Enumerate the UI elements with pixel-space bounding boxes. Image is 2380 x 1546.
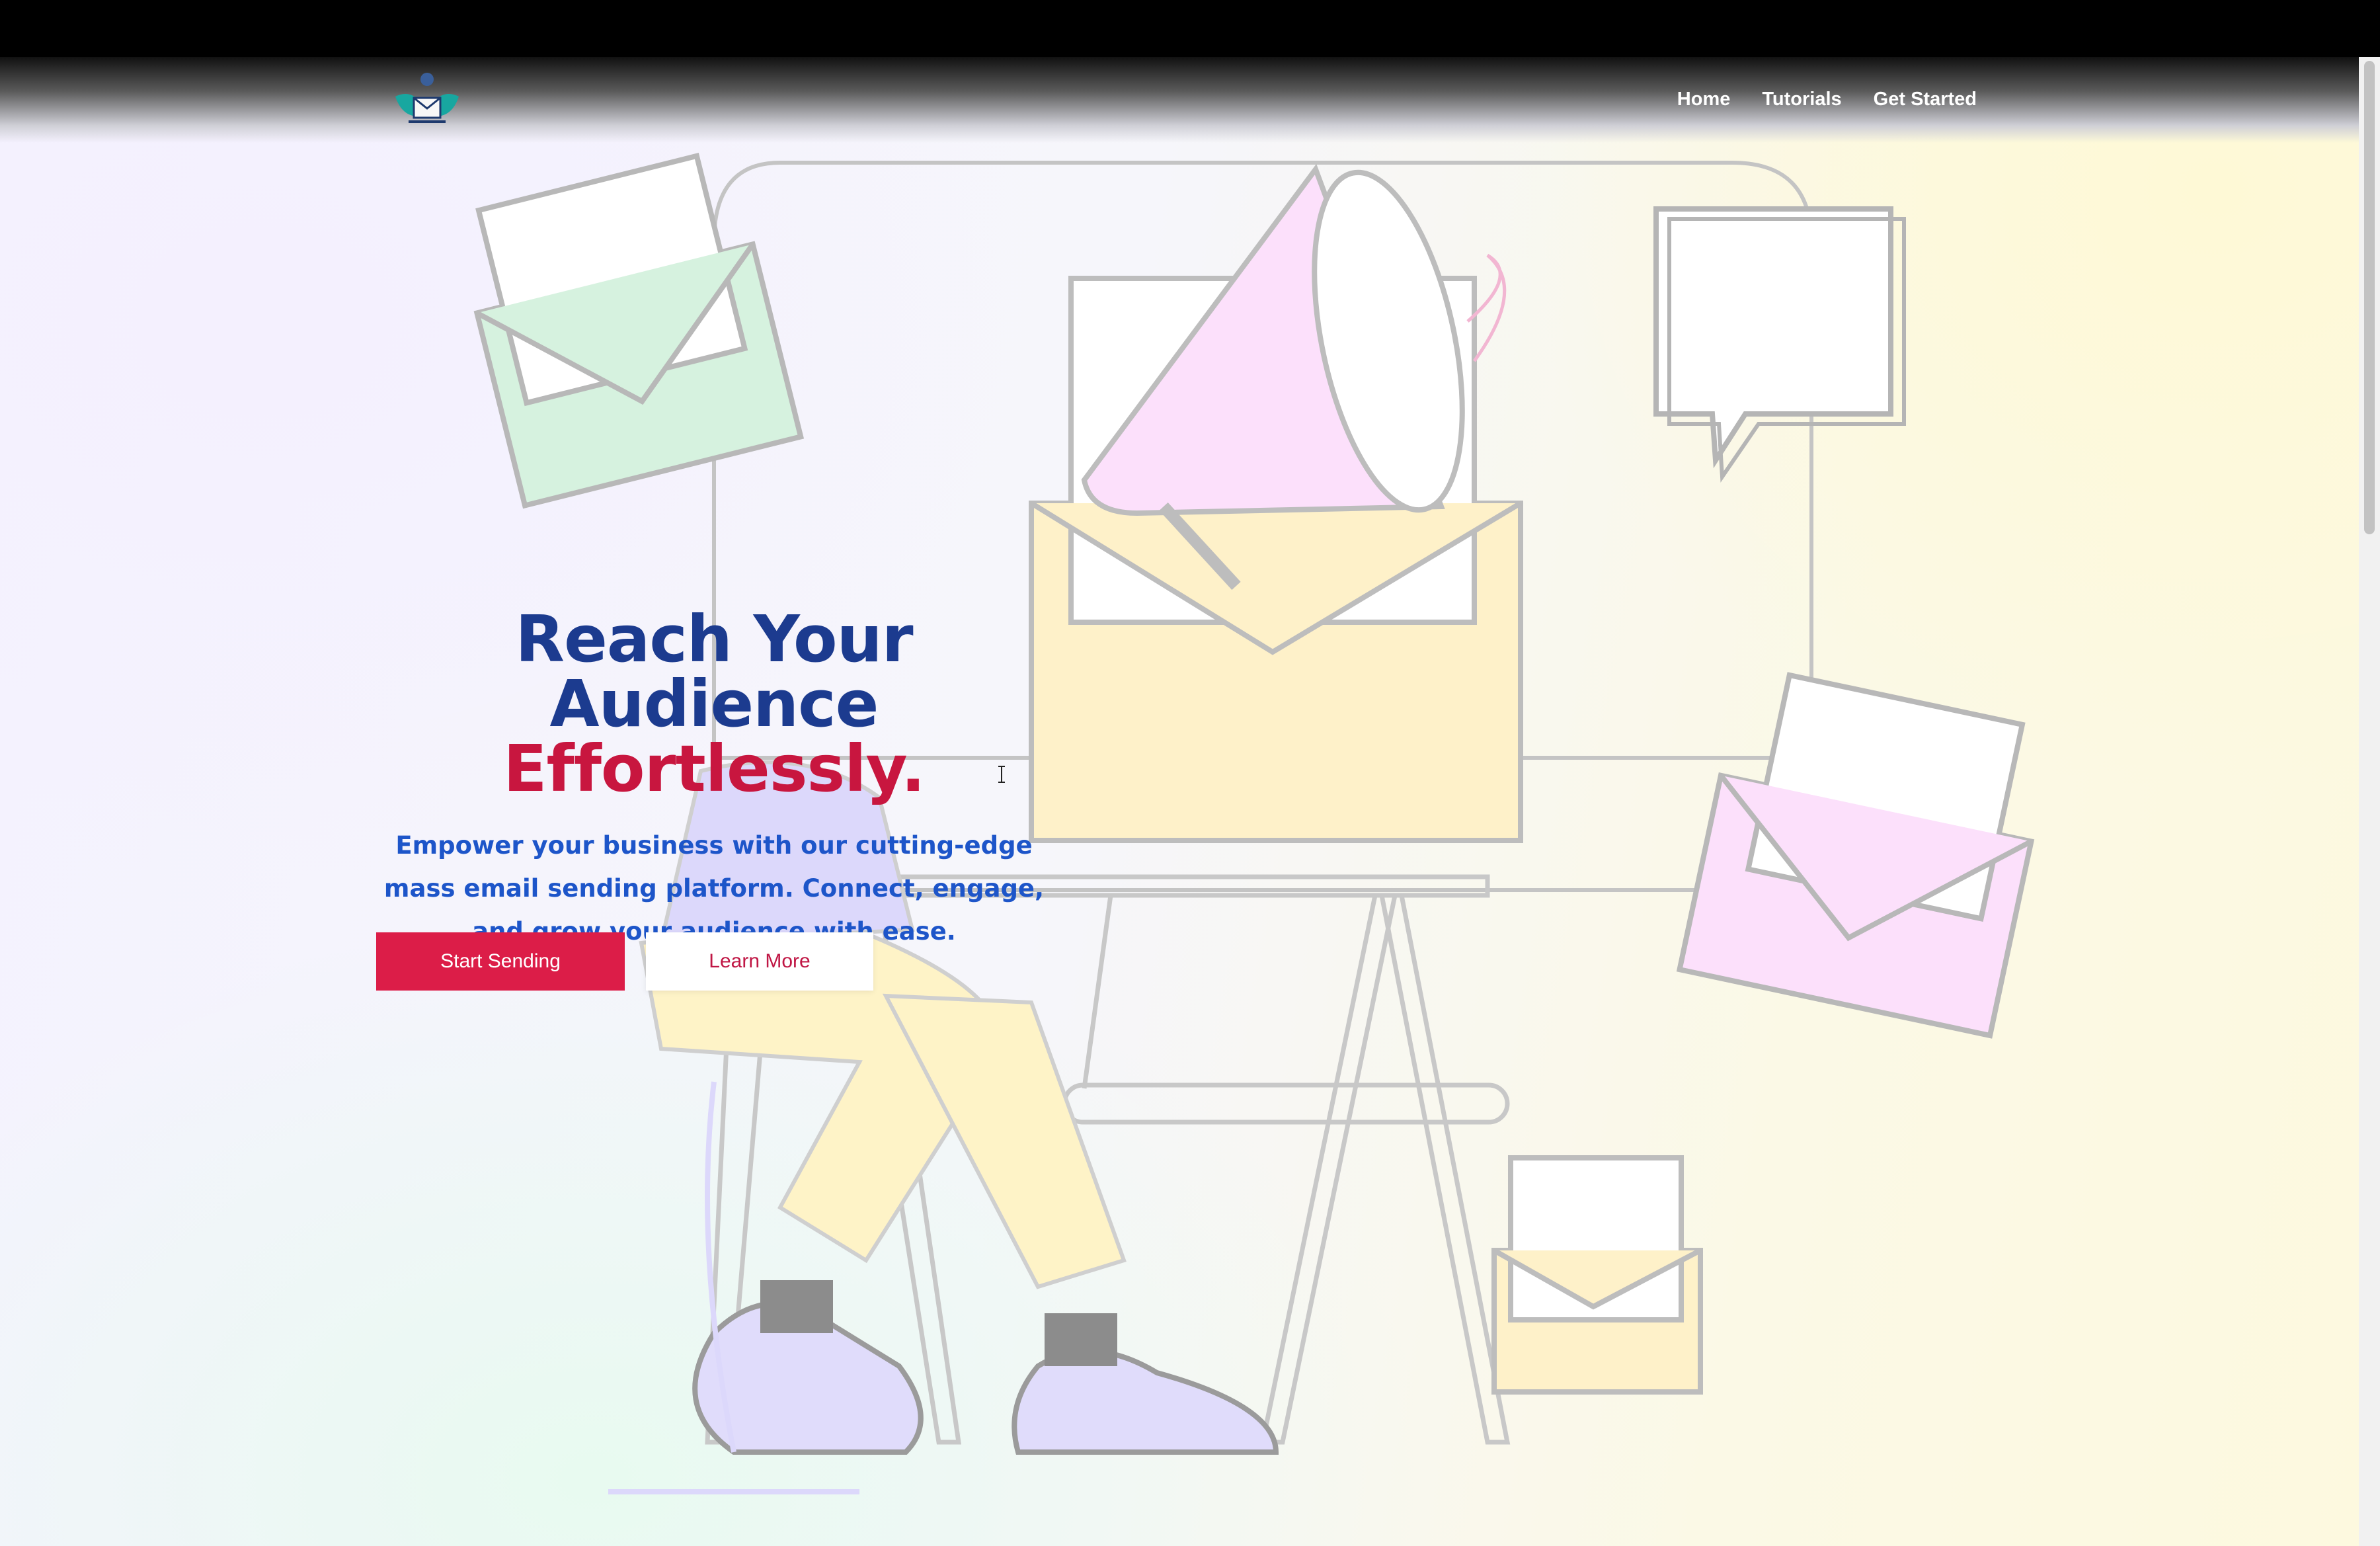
speech-bubble-icon [1653,206,1906,483]
window-top-bar [0,0,2380,57]
start-sending-button[interactable]: Start Sending [376,932,625,991]
vertical-scrollbar[interactable] [2359,57,2380,1546]
envelope-icon-green [473,153,805,509]
hero-title: Reach Your Audience Effortlessly. [370,607,1058,801]
site-navbar: Home Tutorials Get Started [0,57,2359,143]
envelope-icon-pink [1676,672,2035,1039]
page-viewport: Home Tutorials Get Started Reach Your Au… [0,57,2359,1546]
hero-section: Reach Your Audience Effortlessly. Empowe… [370,607,1058,953]
hero-title-line1: Reach Your Audience [515,602,913,741]
envelope-icon-small [1491,1155,1703,1395]
scrollbar-thumb[interactable] [2364,61,2375,534]
hero-buttons: Start Sending Learn More [376,932,873,991]
learn-more-button[interactable]: Learn More [646,932,873,991]
nav-link-get-started[interactable]: Get Started [1874,89,1977,110]
nav-links: Home Tutorials Get Started [1677,89,1977,110]
hero-title-accent: Effortlessly. [503,731,925,806]
nav-link-home[interactable]: Home [1677,89,1731,110]
hero-illustration [473,153,2035,1494]
text-cursor-icon [998,766,1005,783]
nav-link-tutorials[interactable]: Tutorials [1762,89,1841,110]
winged-envelope-logo-icon[interactable] [389,70,465,134]
